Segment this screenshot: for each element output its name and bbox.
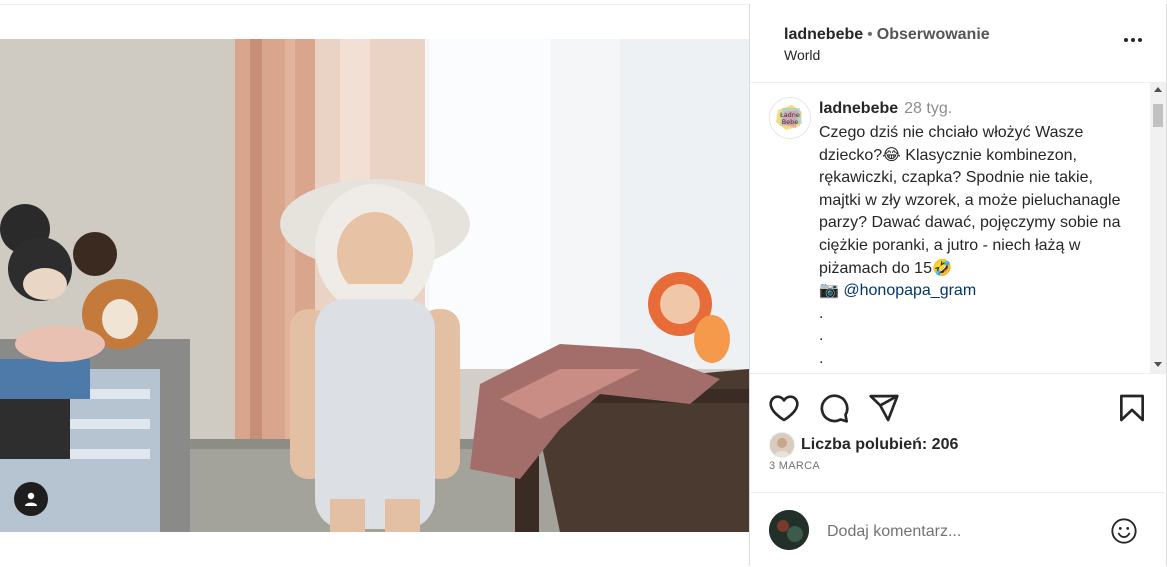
ladnebebe-logo: Ładne Bebe <box>770 98 810 138</box>
action-bar <box>750 388 1167 428</box>
caption-text: Czego dziś nie chciało włożyć Wasze dzie… <box>819 122 1139 371</box>
scroll-down-icon[interactable] <box>1154 362 1162 367</box>
likes-row: Liczba polubień: 206 <box>769 432 958 458</box>
comment-input[interactable] <box>825 520 1099 544</box>
user-tag-button[interactable] <box>14 482 48 516</box>
caption-username[interactable]: ladnebebe <box>819 100 898 117</box>
post-header: ladnebebe • Obserwowanie World <box>750 4 1167 83</box>
post-photo <box>0 39 749 532</box>
scrollbar-thumb[interactable] <box>1153 104 1163 127</box>
svg-text:Bebe: Bebe <box>782 118 799 126</box>
liker-photo <box>770 433 794 457</box>
scroll-up-icon[interactable] <box>1154 87 1162 92</box>
user-tag-icon <box>25 492 37 506</box>
post-details-panel: ladnebebe • Obserwowanie World Ładne Bebe … <box>750 4 1167 566</box>
caption-body: Czego dziś nie chciało włożyć Wasze dzie… <box>819 124 1121 277</box>
emoji-icon[interactable] <box>1110 517 1138 545</box>
comments-section[interactable]: Ładne Bebe ladnebebe 28 tyg. Czego dziś n… <box>750 83 1167 374</box>
heart-icon[interactable] <box>768 392 800 424</box>
author-line: ladnebebe • Obserwowanie <box>784 26 990 44</box>
mention-link[interactable]: @honopapa_gram <box>843 282 976 299</box>
post-location[interactable]: World <box>784 47 820 63</box>
post-date[interactable]: 3 MARCA <box>769 460 820 472</box>
comments-scrollbar[interactable] <box>1150 83 1166 373</box>
more-icon <box>1124 38 1128 42</box>
caption-avatar[interactable]: Ładne Bebe <box>769 97 811 139</box>
add-comment-bar <box>750 492 1167 567</box>
caption-time[interactable]: 28 tyg. <box>904 100 952 117</box>
camera-emoji: 📷 <box>819 282 839 300</box>
more-options-button[interactable] <box>1119 30 1147 50</box>
likes-count[interactable]: Liczba polubień: 206 <box>801 436 958 454</box>
share-icon[interactable] <box>868 392 900 424</box>
following-button[interactable]: Obserwowanie <box>877 26 990 43</box>
bookmark-icon[interactable] <box>1116 392 1148 424</box>
current-user-avatar <box>769 510 809 550</box>
more-icon-dot <box>1138 38 1142 42</box>
caption-header: ladnebebe 28 tyg. <box>819 100 952 118</box>
post-image[interactable] <box>0 39 749 532</box>
more-icon-dot <box>1131 38 1135 42</box>
current-user-photo <box>769 510 809 550</box>
author-username[interactable]: ladnebebe <box>784 26 863 43</box>
comment-icon[interactable] <box>818 392 850 424</box>
caption-dots: . . . <box>819 304 824 367</box>
separator-dot: • <box>867 26 873 43</box>
liker-avatar[interactable] <box>769 432 795 458</box>
